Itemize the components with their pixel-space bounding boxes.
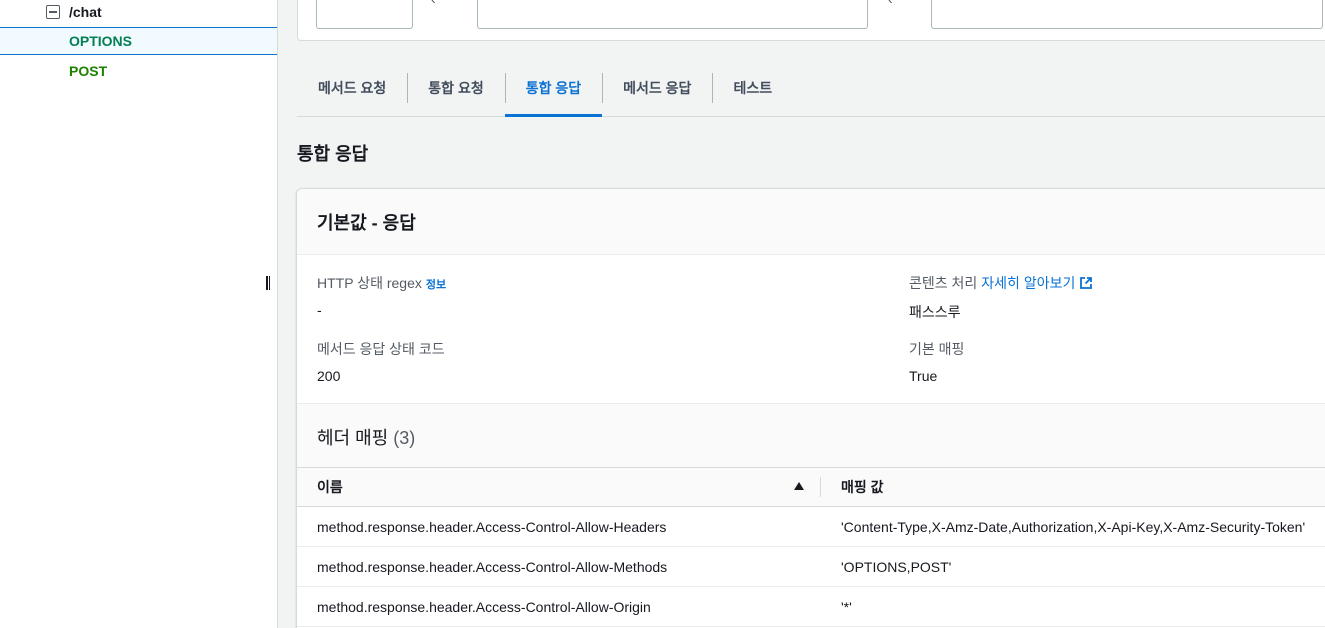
row-value-cell: '*' (841, 598, 852, 615)
method-tabs: 메서드 요청 통합 요청 통합 응답 메서드 응답 테스트 (297, 60, 1325, 117)
flow-box-integration-response[interactable] (931, 0, 1323, 29)
row-name-cell: method.response.header.Access-Control-Al… (317, 558, 668, 575)
method-item-post[interactable]: POST (0, 57, 277, 85)
table-row: method.response.header.Access-Control-Al… (297, 587, 1325, 627)
content-handling-label: 콘텐츠 처리 (909, 275, 978, 291)
flow-arrow-icon: ‹ (888, 0, 893, 7)
row-value-cell: 'OPTIONS,POST' (841, 558, 952, 575)
collapse-icon[interactable] (46, 5, 60, 19)
sort-ascending-icon[interactable] (794, 482, 804, 490)
flow-box-method-response[interactable] (477, 0, 868, 29)
default-response-container: 기본값 - 응답 HTTP 상태 regex 정보 - 콘텐츠 처리 자세히 알아보… (296, 188, 1325, 628)
container-header: 기본값 - 응답 (297, 189, 1325, 255)
page-title: 통합 응답 (297, 144, 369, 164)
tab-integration-request[interactable]: 통합 요청 (407, 60, 504, 116)
flow-box-client (316, 0, 413, 29)
default-mapping-label: 기본 매핑 (909, 341, 965, 357)
header-mappings-table: 이름 매핑 값 method.response.header.Access-Co… (297, 467, 1325, 627)
method-response-status-field: 메서드 응답 상태 코드 200 (317, 339, 445, 384)
learn-more-link[interactable]: 자세히 알아보기 (981, 275, 1075, 291)
http-status-regex-field: HTTP 상태 regex 정보 - (317, 273, 446, 318)
method-response-status-value: 200 (317, 368, 341, 384)
container-title: 기본값 - 응답 (317, 213, 416, 233)
info-link[interactable]: 정보 (426, 279, 446, 291)
external-link-icon[interactable] (1079, 276, 1093, 290)
column-header-mapping-value[interactable]: 매핑 값 (841, 468, 884, 506)
tab-integration-response[interactable]: 통합 응답 (504, 60, 603, 117)
method-item-options[interactable]: OPTIONS (0, 27, 277, 55)
flow-arrow-icon: ‹ (431, 0, 436, 7)
header-mappings-title: 헤더 매핑 (3) (317, 428, 416, 448)
column-header-name[interactable]: 이름 (317, 468, 343, 506)
tab-method-response[interactable]: 메서드 응답 (602, 60, 712, 116)
table-header: 이름 매핑 값 (297, 467, 1325, 507)
default-mapping-value: True (909, 368, 938, 384)
http-status-regex-value: - (317, 302, 322, 318)
header-mappings-count: (3) (393, 428, 416, 448)
resource-path-label: /chat (69, 4, 102, 20)
content-handling-value: 패스스루 (909, 304, 961, 320)
method-response-status-label: 메서드 응답 상태 코드 (317, 341, 445, 357)
header-mappings-header: 헤더 매핑 (3) (297, 403, 1325, 467)
tab-test[interactable]: 테스트 (712, 60, 793, 116)
column-divider[interactable] (820, 477, 821, 497)
http-status-regex-label: HTTP 상태 regex (317, 275, 422, 291)
resource-node-chat[interactable]: /chat (46, 2, 102, 22)
table-row: method.response.header.Access-Control-Al… (297, 507, 1325, 547)
sidebar-resize-handle-icon[interactable] (266, 276, 272, 290)
table-row: method.response.header.Access-Control-Al… (297, 547, 1325, 587)
main-content: ‹ ‹ 메서드 요청 통합 요청 통합 응답 메서드 응답 테스트 통합 응답 … (278, 0, 1325, 628)
integration-flow-panel: ‹ ‹ (297, 0, 1325, 41)
row-value-cell: 'Content-Type,X-Amz-Date,Authorization,X… (841, 518, 1306, 535)
default-mapping-field: 기본 매핑 True (909, 339, 964, 384)
tab-method-request[interactable]: 메서드 요청 (297, 60, 407, 116)
content-handling-field: 콘텐츠 처리 자세히 알아보기 패스스루 (909, 273, 1093, 322)
row-name-cell: method.response.header.Access-Control-Al… (317, 518, 667, 535)
row-name-cell: method.response.header.Access-Control-Al… (317, 598, 651, 615)
resource-tree-sidebar: /chat OPTIONS POST (0, 0, 278, 628)
